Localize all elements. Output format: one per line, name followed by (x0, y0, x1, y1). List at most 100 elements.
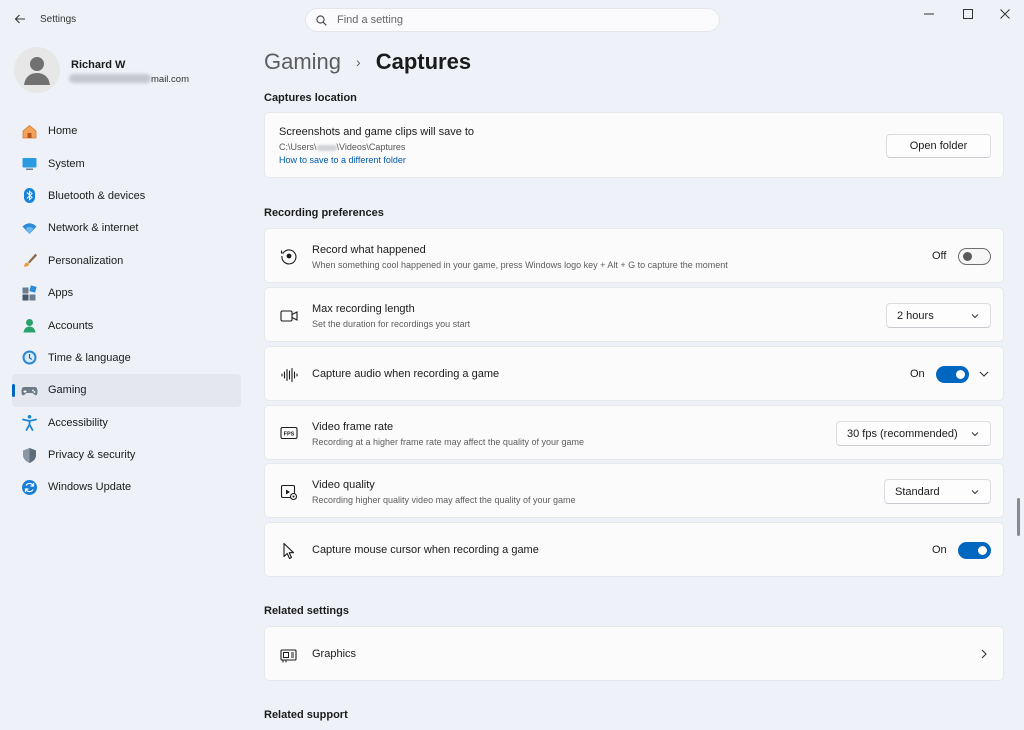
chevron-down-icon (971, 432, 979, 437)
sidebar-item-label: Apps (48, 287, 74, 300)
different-folder-link[interactable]: How to save to a different folder (279, 155, 406, 165)
graphics-title: Graphics (312, 648, 357, 660)
sidebar-item-time-language[interactable]: Time & language (12, 342, 241, 374)
path-prefix: C:\Users\ (279, 142, 317, 152)
section-title-related-support: Related support (264, 709, 348, 721)
toggle-state-label: On (932, 544, 947, 556)
sidebar-item-label: Accounts (48, 319, 94, 332)
back-arrow-icon (14, 14, 25, 24)
max-recording-length-dropdown[interactable]: 2 hours (886, 303, 991, 328)
system-icon (21, 155, 38, 172)
record-what-happened-title: Record what happened (312, 244, 426, 256)
sidebar-item-windows-update[interactable]: Windows Update (12, 471, 241, 503)
toggle-knob (956, 370, 965, 379)
video-settings-icon (279, 482, 299, 502)
user-name: Richard W (71, 59, 126, 71)
dropdown-value: 30 fps (recommended) (847, 427, 958, 440)
video-quality-dropdown[interactable]: Standard (884, 479, 991, 504)
sidebar-nav: Home System Bluetooth & devices Network … (12, 115, 241, 504)
sidebar-item-label: Privacy & security (48, 449, 136, 462)
sidebar-item-label: Time & language (48, 351, 131, 364)
record-icon (279, 246, 299, 266)
sidebar-item-accounts[interactable]: Accounts (12, 309, 241, 341)
sidebar-item-label: Gaming (48, 384, 87, 397)
fps-icon: FPS (279, 423, 299, 443)
record-what-happened-row: Record what happened When something cool… (264, 228, 1004, 283)
sidebar-item-apps[interactable]: Apps (12, 277, 241, 309)
captures-location-card: Screenshots and game clips will save to … (264, 112, 1004, 178)
email-redaction (69, 74, 151, 83)
cursor-icon (279, 541, 299, 561)
breadcrumb-separator: › (356, 54, 361, 70)
captures-location-path: C:\Users\ \Videos\Captures (279, 142, 405, 152)
record-what-happened-desc: When something cool happened in your gam… (312, 260, 728, 270)
avatar (14, 47, 60, 93)
main-content: Gaming › Captures Captures location Scre… (264, 0, 1004, 730)
sidebar-item-gaming[interactable]: Gaming (12, 374, 241, 407)
chevron-down-icon (979, 371, 989, 377)
capture-audio-title: Capture audio when recording a game (312, 368, 500, 380)
capture-mouse-cursor-title: Capture mouse cursor when recording a ga… (312, 544, 539, 556)
dropdown-value: 2 hours (897, 309, 934, 322)
video-quality-desc: Recording higher quality video may affec… (312, 495, 576, 505)
sidebar-item-privacy-security[interactable]: Privacy & security (12, 439, 241, 471)
sidebar-item-accessibility[interactable]: Accessibility (12, 407, 241, 439)
capture-audio-row[interactable]: Capture audio when recording a game On (264, 346, 1004, 401)
shield-icon (21, 447, 38, 464)
capture-mouse-cursor-toggle[interactable] (958, 542, 991, 559)
captures-location-title: Screenshots and game clips will save to (279, 126, 475, 138)
windows-update-icon (21, 479, 38, 496)
sidebar-item-personalization[interactable]: Personalization (12, 245, 241, 277)
user-profile[interactable]: Richard W mail.com (14, 47, 234, 97)
time-language-icon (21, 349, 38, 366)
scrollbar-thumb[interactable] (1017, 498, 1020, 536)
video-frame-rate-dropdown[interactable]: 30 fps (recommended) (836, 421, 991, 446)
apps-icon (21, 284, 38, 302)
chevron-right-icon (981, 649, 987, 659)
expand-button[interactable] (974, 364, 994, 384)
svg-text:FPS: FPS (284, 431, 295, 437)
sidebar-item-bluetooth[interactable]: Bluetooth & devices (12, 180, 241, 212)
video-camera-icon (279, 306, 299, 326)
home-icon (21, 123, 38, 140)
bluetooth-icon (21, 187, 38, 204)
sidebar-item-label: Windows Update (48, 481, 132, 494)
sidebar-item-home[interactable]: Home (12, 115, 241, 147)
video-frame-rate-desc: Recording at a higher frame rate may aff… (312, 437, 584, 447)
toggle-state-label: On (910, 368, 925, 380)
accessibility-icon (21, 414, 38, 432)
graphics-card-icon (279, 645, 299, 665)
gaming-icon (21, 382, 38, 399)
capture-audio-toggle[interactable] (936, 366, 969, 383)
sidebar-item-network[interactable]: Network & internet (12, 212, 241, 244)
max-recording-length-title: Max recording length (312, 303, 415, 315)
sidebar-item-label: System (48, 157, 85, 170)
sidebar-item-label: Network & internet (48, 222, 139, 235)
breadcrumb: Gaming › Captures (264, 47, 471, 77)
section-title-related-settings: Related settings (264, 605, 349, 617)
record-what-happened-toggle[interactable] (958, 248, 991, 265)
sidebar-item-label: Accessibility (48, 416, 108, 429)
sidebar-item-system[interactable]: System (12, 147, 241, 179)
section-title-captures-location: Captures location (264, 92, 357, 104)
app-title: Settings (40, 14, 77, 25)
dropdown-value: Standard (895, 485, 940, 498)
network-icon (21, 220, 38, 237)
path-redaction (316, 144, 337, 151)
page-title: Captures (375, 49, 472, 74)
path-suffix: \Videos\Captures (336, 142, 406, 152)
toggle-knob (978, 546, 987, 555)
back-button[interactable] (8, 7, 32, 31)
max-recording-length-desc: Set the duration for recordings you star… (312, 319, 471, 329)
sidebar-item-label: Personalization (48, 254, 124, 267)
navigate-button[interactable] (974, 644, 994, 664)
graphics-row[interactable]: Graphics (264, 626, 1004, 681)
toggle-state-label: Off (932, 250, 947, 262)
breadcrumb-parent[interactable]: Gaming (264, 49, 341, 75)
video-frame-rate-title: Video frame rate (312, 421, 394, 433)
sidebar-item-label: Bluetooth & devices (48, 189, 146, 202)
capture-mouse-cursor-row: Capture mouse cursor when recording a ga… (264, 522, 1004, 577)
open-folder-button[interactable]: Open folder (886, 134, 991, 158)
chevron-down-icon (971, 490, 979, 495)
audio-waveform-icon (279, 365, 299, 385)
